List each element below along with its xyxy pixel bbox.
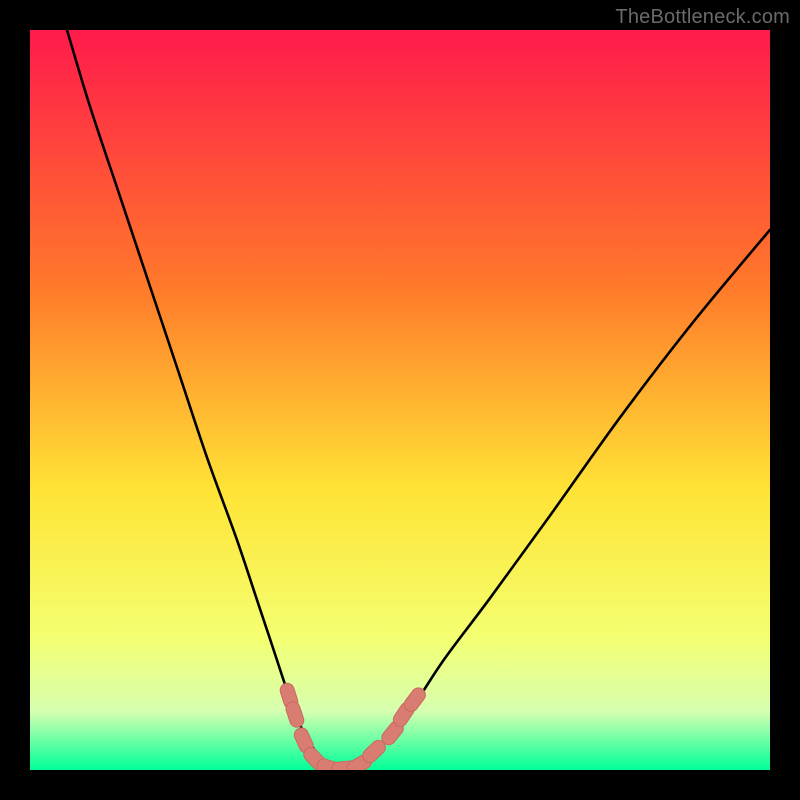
gradient-background: [30, 30, 770, 770]
outer-frame: TheBottleneck.com: [0, 0, 800, 800]
chart-svg: [30, 30, 770, 770]
watermark-text: TheBottleneck.com: [615, 6, 790, 29]
plot-area: [30, 30, 770, 770]
